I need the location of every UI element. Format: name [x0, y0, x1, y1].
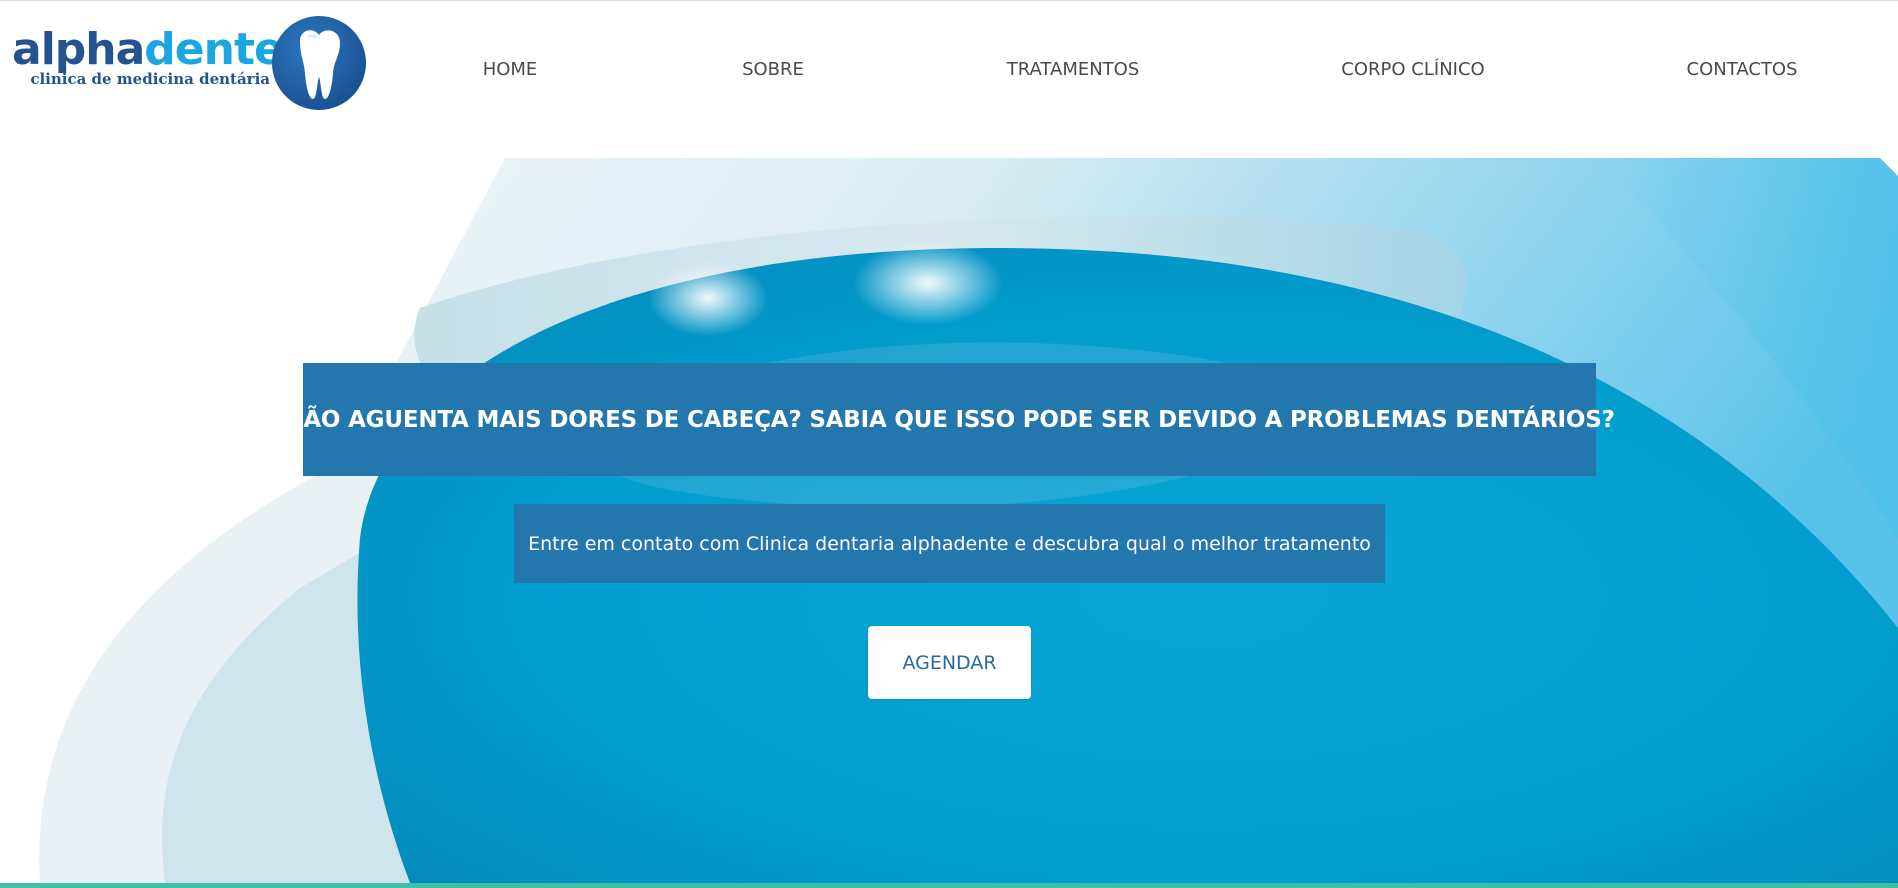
site-header: alphadente clinica de medicina dentária …	[0, 1, 1898, 158]
main-nav: HOME SOBRE TRATAMENTOS CORPO CLÍNICO CON…	[0, 59, 1898, 83]
bottom-accent-bar	[0, 883, 1898, 888]
nav-tratamentos[interactable]: TRATAMENTOS	[1007, 59, 1140, 80]
nav-contactos[interactable]: CONTACTOS	[1687, 59, 1798, 80]
hero-section: NÃO AGUENTA MAIS DORES DE CABEÇA? SABIA …	[0, 158, 1898, 883]
page: alphadente clinica de medicina dentária …	[0, 0, 1898, 888]
headline-banner: NÃO AGUENTA MAIS DORES DE CABEÇA? SABIA …	[284, 363, 1615, 476]
subheadline-banner: Entre em contato com Clinica dentaria al…	[514, 504, 1385, 583]
nav-home[interactable]: HOME	[483, 59, 538, 80]
agendar-button[interactable]: AGENDAR	[868, 626, 1031, 699]
hero-headline: NÃO AGUENTA MAIS DORES DE CABEÇA? SABIA …	[284, 406, 1615, 433]
nav-corpo-clinico[interactable]: CORPO CLÍNICO	[1341, 59, 1484, 80]
nav-sobre[interactable]: SOBRE	[742, 59, 804, 80]
hero-subheadline: Entre em contato com Clinica dentaria al…	[528, 532, 1371, 555]
